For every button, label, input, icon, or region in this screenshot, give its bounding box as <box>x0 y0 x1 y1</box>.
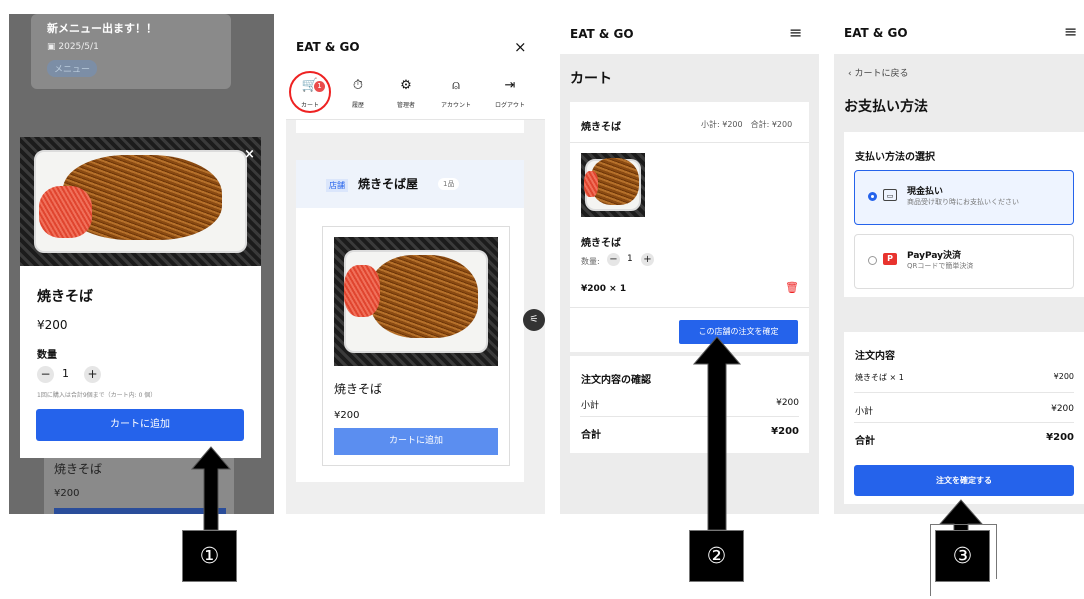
guide-line <box>930 524 996 525</box>
guide-line <box>930 524 931 596</box>
annotation-arrows <box>190 336 984 535</box>
arrow-2 <box>692 336 742 531</box>
arrow-3 <box>938 499 984 535</box>
step-label-2: ② <box>689 530 744 582</box>
step-label-3: ③ <box>935 530 990 582</box>
guide-line <box>996 524 997 579</box>
step-label-1: ① <box>182 530 237 582</box>
arrow-1 <box>190 446 232 531</box>
